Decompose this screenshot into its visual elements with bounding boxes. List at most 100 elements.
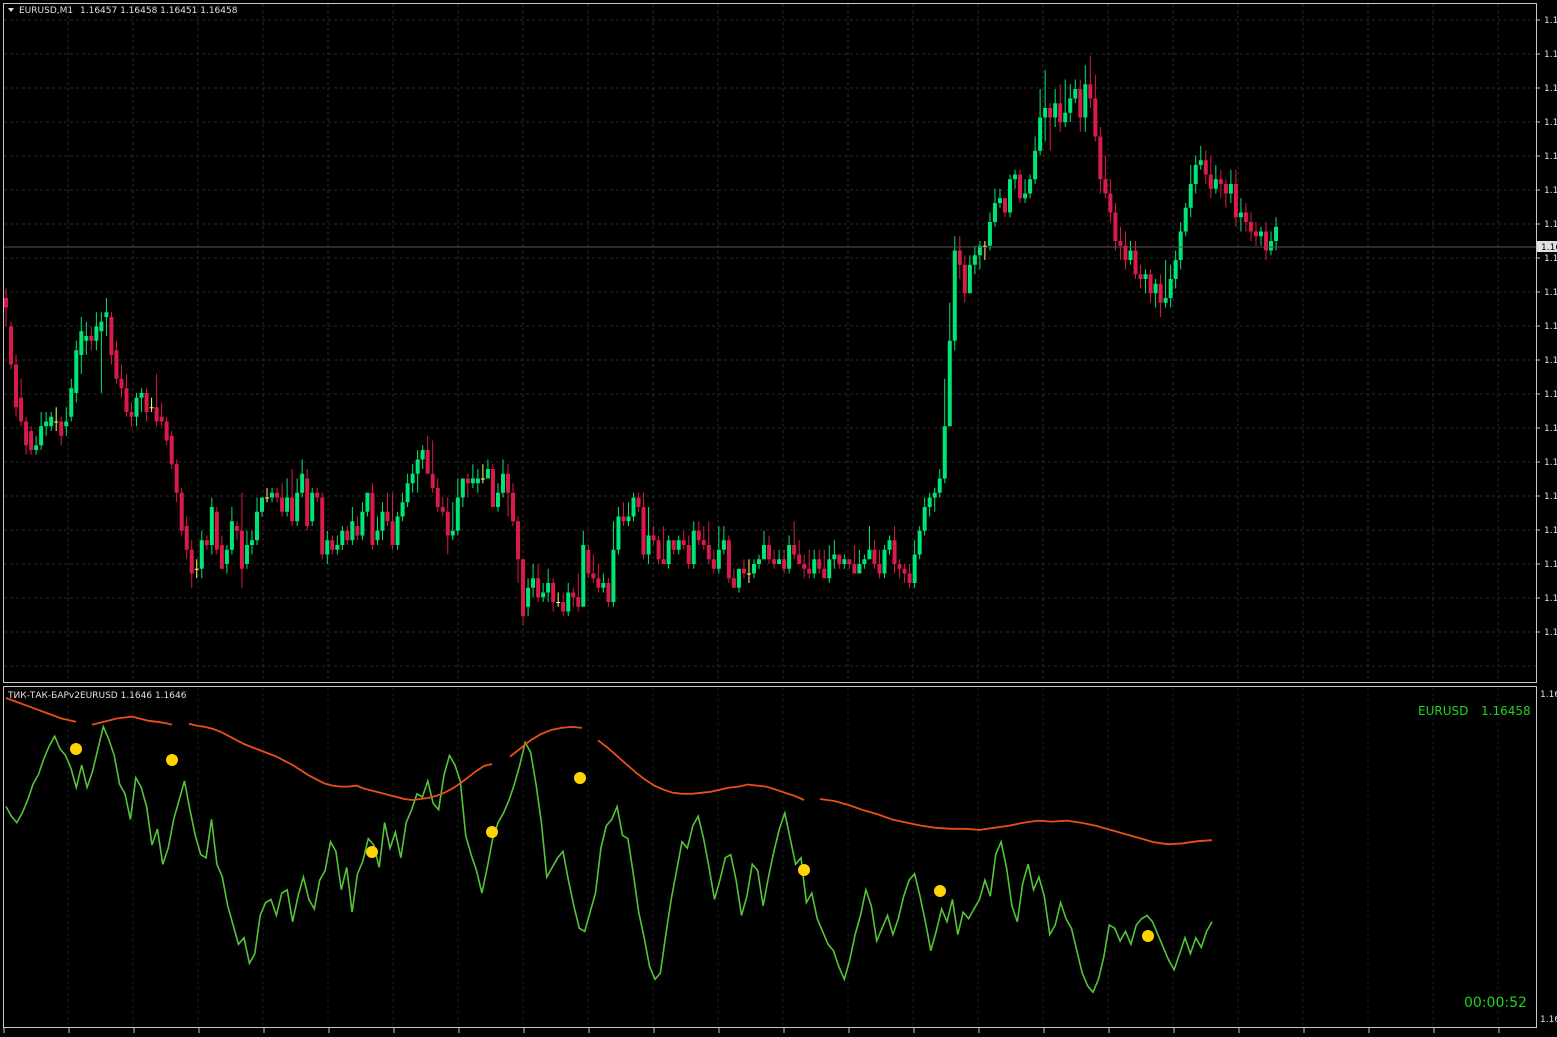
candle-body bbox=[782, 559, 786, 569]
candle-body bbox=[611, 550, 615, 602]
candle-body bbox=[662, 559, 666, 564]
candle-body bbox=[1144, 274, 1148, 279]
candle-body bbox=[742, 569, 746, 574]
candle-body bbox=[1229, 184, 1233, 194]
candle-body bbox=[340, 531, 344, 545]
candle-body bbox=[145, 393, 149, 412]
candle-body bbox=[275, 493, 279, 498]
price-label: 1.16 bbox=[1544, 560, 1557, 570]
chart-canvas[interactable]: EURUSD,M1 1.16457 1.16458 1.16451 1.1645… bbox=[0, 0, 1557, 1033]
candle-body bbox=[893, 540, 897, 564]
candle-body bbox=[1098, 137, 1102, 180]
candle-body bbox=[345, 531, 349, 541]
candle-body bbox=[722, 540, 726, 550]
candle-body bbox=[652, 536, 656, 541]
price-label: 1.16 bbox=[1544, 322, 1557, 332]
candle bbox=[9, 322, 13, 370]
candle-body bbox=[958, 251, 962, 265]
candle-body bbox=[501, 474, 505, 493]
candle-body bbox=[370, 493, 374, 545]
candle-body bbox=[817, 559, 821, 569]
candle-body bbox=[933, 493, 937, 498]
candle bbox=[667, 536, 671, 569]
candle-body bbox=[255, 512, 259, 541]
current-price-label: 1.16 bbox=[1541, 243, 1557, 253]
candle-body bbox=[49, 417, 53, 427]
candle-body bbox=[1169, 279, 1173, 298]
indicator-price-label: 1.16458 bbox=[1481, 704, 1531, 718]
candle-body bbox=[1103, 179, 1107, 193]
candle-body bbox=[1123, 246, 1127, 260]
candle-body bbox=[29, 431, 33, 450]
candle-body bbox=[250, 540, 254, 545]
candle-body bbox=[135, 398, 139, 417]
candle-body bbox=[777, 559, 781, 564]
candle-body bbox=[1053, 103, 1057, 117]
candle bbox=[883, 545, 887, 578]
candle-body bbox=[752, 564, 756, 574]
candle-body bbox=[180, 493, 184, 531]
candle-body bbox=[496, 493, 500, 507]
candle-body bbox=[867, 550, 871, 560]
candle-body bbox=[672, 540, 676, 550]
candle-body bbox=[767, 545, 771, 559]
price-label: 1.16 bbox=[1544, 84, 1557, 94]
candle-body bbox=[1023, 194, 1027, 199]
price-label: 1.16 bbox=[1544, 356, 1557, 366]
price-label: 1.16 bbox=[1544, 492, 1557, 502]
candle-body bbox=[1003, 198, 1007, 212]
candle-body bbox=[1249, 222, 1253, 232]
candle-body bbox=[842, 559, 846, 564]
candle-body bbox=[230, 521, 234, 550]
price-label: 1.16 bbox=[1544, 186, 1557, 196]
candle-body bbox=[943, 426, 947, 478]
candle-body bbox=[727, 540, 731, 578]
candle-body bbox=[1174, 260, 1178, 279]
signal-dot bbox=[574, 772, 586, 784]
candle-body bbox=[155, 407, 159, 421]
chart-window[interactable]: EURUSD,M1 1.16457 1.16458 1.16451 1.1645… bbox=[0, 0, 1557, 1033]
candle-body bbox=[1139, 274, 1143, 279]
candle-body bbox=[877, 564, 881, 574]
candle-body bbox=[526, 588, 530, 607]
candle-body bbox=[491, 469, 495, 507]
candle-body bbox=[280, 498, 284, 512]
candle-body bbox=[923, 507, 927, 531]
candle-body bbox=[807, 569, 811, 574]
candle-body bbox=[4, 298, 8, 308]
candle bbox=[170, 431, 174, 469]
candle-body bbox=[918, 531, 922, 555]
candle-body bbox=[350, 521, 354, 540]
candle-body bbox=[511, 493, 515, 522]
candle-body bbox=[576, 597, 580, 607]
candle-body bbox=[109, 317, 113, 355]
candle-body bbox=[888, 540, 892, 550]
candle bbox=[310, 488, 314, 526]
candle-body bbox=[245, 545, 249, 564]
candle-body bbox=[140, 393, 144, 398]
candle-body bbox=[190, 550, 194, 574]
candle-body bbox=[481, 479, 485, 480]
candle-body bbox=[521, 559, 525, 616]
candle-body bbox=[637, 498, 641, 508]
candle-body bbox=[601, 583, 605, 588]
candle-body bbox=[34, 445, 38, 450]
candle-body bbox=[1013, 175, 1017, 180]
candle-body bbox=[787, 545, 791, 569]
candle-body bbox=[712, 559, 716, 569]
candle-body bbox=[185, 526, 189, 550]
candle-body bbox=[54, 422, 58, 423]
candle-body bbox=[94, 327, 98, 341]
candle-body bbox=[586, 550, 590, 574]
candle-body bbox=[114, 350, 118, 379]
chart-background bbox=[0, 0, 1557, 1033]
candle-body bbox=[104, 312, 108, 317]
candle bbox=[727, 536, 731, 584]
candle-body bbox=[486, 469, 490, 479]
candle-body bbox=[355, 526, 359, 536]
candle-body bbox=[205, 540, 209, 545]
candle-body bbox=[1083, 84, 1087, 117]
candle-body bbox=[792, 545, 796, 555]
price-label: 1.16 bbox=[1544, 390, 1557, 400]
candle-body bbox=[621, 517, 625, 522]
